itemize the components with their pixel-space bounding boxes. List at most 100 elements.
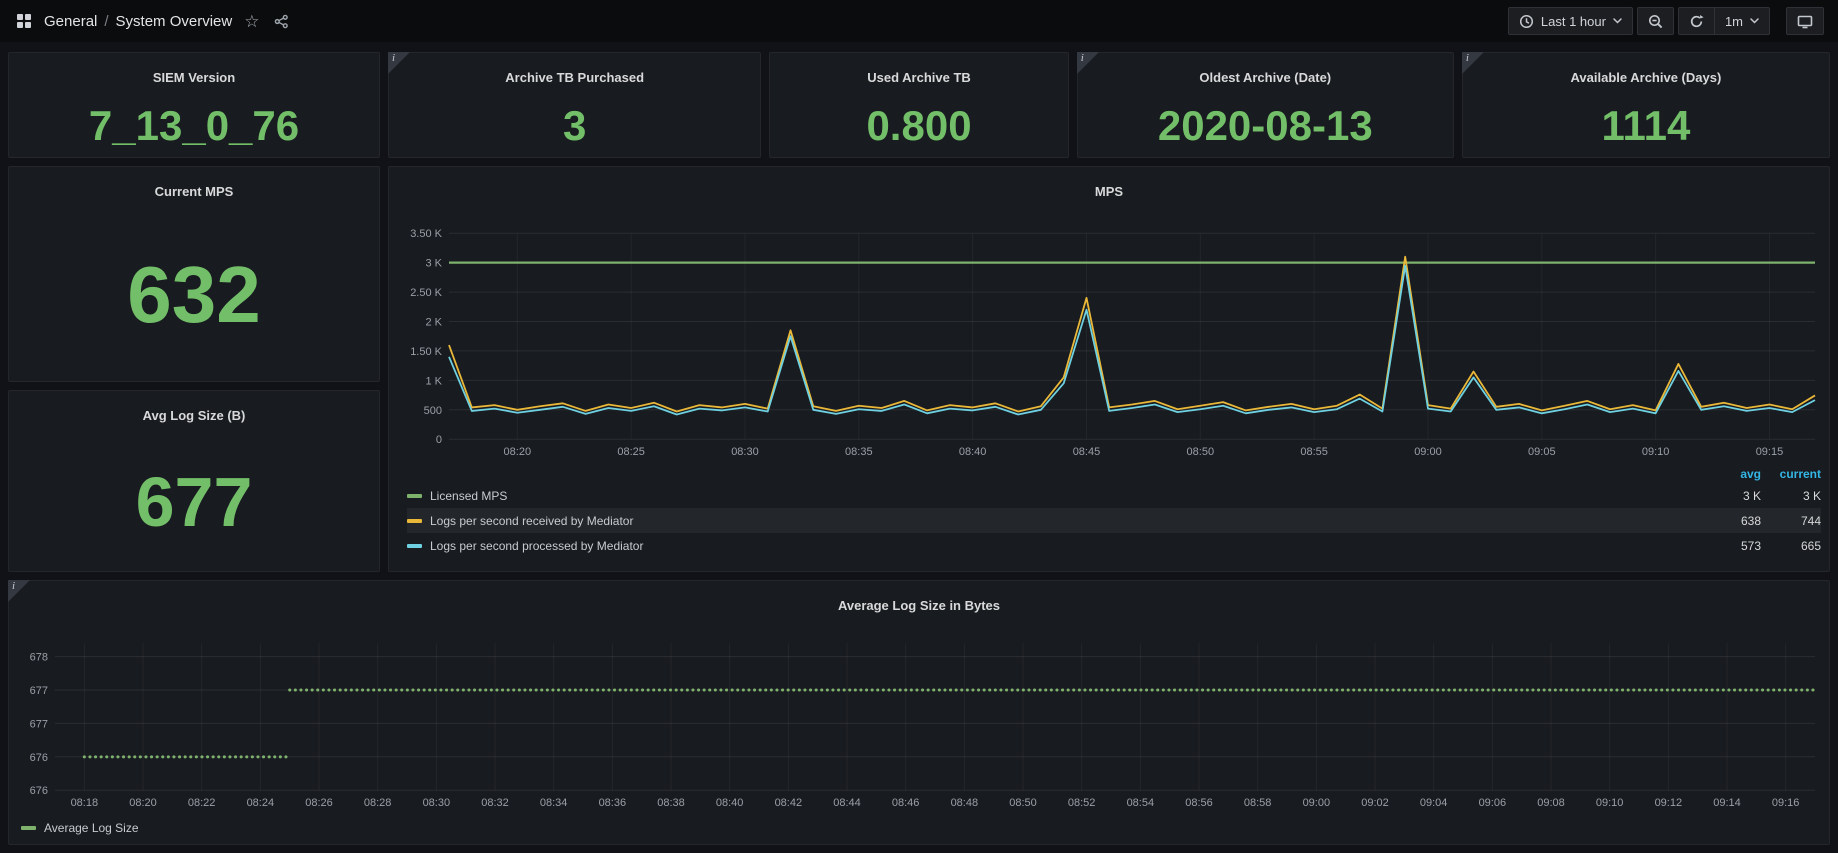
- navbar: General / System Overview ☆ Last 1 hour …: [0, 0, 1838, 42]
- panel-info-icon[interactable]: [8, 580, 30, 602]
- stat-value: 0.800: [770, 103, 1067, 157]
- breadcrumb: General / System Overview: [44, 13, 232, 30]
- svg-text:09:08: 09:08: [1537, 797, 1565, 809]
- panel-info-icon[interactable]: [1462, 52, 1484, 74]
- svg-text:3.50 K: 3.50 K: [410, 228, 442, 240]
- breadcrumb-folder[interactable]: General: [44, 13, 97, 30]
- svg-text:08:54: 08:54: [1127, 797, 1155, 809]
- svg-text:09:14: 09:14: [1713, 797, 1741, 809]
- svg-text:1 K: 1 K: [425, 375, 442, 387]
- panel-title[interactable]: Archive TB Purchased: [389, 64, 760, 92]
- series-label[interactable]: Licensed MPS: [430, 489, 1701, 503]
- refresh-interval-dropdown[interactable]: 1m: [1714, 7, 1770, 35]
- mps-chart-panel: MPS 08:2008:2508:3008:3508:4008:4508:500…: [388, 166, 1830, 572]
- svg-text:09:16: 09:16: [1772, 797, 1800, 809]
- star-icon[interactable]: ☆: [242, 11, 261, 32]
- series-color-marker: [407, 544, 422, 548]
- stat-panel-current-mps: Current MPS 632: [8, 166, 380, 382]
- stat-panel-oldest-archive-date: Oldest Archive (Date) 2020-08-13: [1077, 52, 1454, 158]
- refresh-icon: [1689, 14, 1704, 29]
- svg-text:500: 500: [424, 404, 442, 416]
- svg-text:08:34: 08:34: [540, 797, 568, 809]
- zoom-out-button[interactable]: [1637, 7, 1674, 35]
- series-avg-value: 3 K: [1701, 489, 1761, 503]
- dashboard-content: SIEM Version 7_13_0_76 Archive TB Purcha…: [0, 42, 1838, 853]
- svg-text:08:50: 08:50: [1009, 797, 1037, 809]
- svg-text:09:05: 09:05: [1528, 446, 1556, 458]
- series-color-marker: [407, 519, 422, 523]
- series-current-value: 3 K: [1761, 489, 1821, 503]
- breadcrumb-title[interactable]: System Overview: [116, 13, 233, 30]
- stat-value: 1114: [1463, 103, 1829, 157]
- panel-info-icon[interactable]: [1077, 52, 1099, 74]
- svg-text:09:00: 09:00: [1303, 797, 1331, 809]
- svg-text:676: 676: [30, 785, 48, 797]
- svg-text:08:36: 08:36: [599, 797, 627, 809]
- svg-text:3 K: 3 K: [425, 257, 442, 269]
- zoom-out-icon: [1648, 14, 1663, 29]
- panel-title[interactable]: Oldest Archive (Date): [1078, 64, 1453, 92]
- stat-row: SIEM Version 7_13_0_76 Archive TB Purcha…: [8, 52, 1830, 158]
- cycle-view-mode-button[interactable]: [1786, 7, 1824, 35]
- stat-value: 632: [9, 217, 379, 382]
- refresh-interval-label: 1m: [1725, 14, 1743, 29]
- stat-value: 3: [389, 103, 760, 157]
- legend-col-current[interactable]: current: [1761, 467, 1821, 481]
- legend-row-licensed-mps: Licensed MPS 3 K 3 K: [407, 483, 1821, 508]
- svg-text:08:25: 08:25: [617, 446, 645, 458]
- main-row: Current MPS 632 Avg Log Size (B) 677 MPS…: [8, 166, 1830, 572]
- svg-text:08:40: 08:40: [959, 446, 987, 458]
- monitor-icon: [1797, 14, 1813, 29]
- svg-text:08:26: 08:26: [305, 797, 333, 809]
- series-label[interactable]: Average Log Size: [44, 821, 139, 835]
- panel-title[interactable]: SIEM Version: [9, 64, 379, 92]
- svg-text:0: 0: [436, 434, 442, 446]
- svg-text:08:18: 08:18: [71, 797, 99, 809]
- panel-title[interactable]: Used Archive TB: [770, 64, 1067, 92]
- svg-text:09:12: 09:12: [1655, 797, 1683, 809]
- svg-text:08:32: 08:32: [481, 797, 509, 809]
- svg-text:08:46: 08:46: [892, 797, 920, 809]
- svg-text:2.50 K: 2.50 K: [410, 287, 442, 299]
- svg-text:08:50: 08:50: [1187, 446, 1215, 458]
- dashboards-icon[interactable]: [14, 11, 34, 31]
- avg-log-size-chart-panel: Average Log Size in Bytes 08:18 08:20 08:2…: [8, 580, 1830, 845]
- avg-log-size-chart[interactable]: 08:1808:2008:2208:2408:2608:2808:3008:32…: [9, 631, 1829, 816]
- svg-text:08:28: 08:28: [364, 797, 392, 809]
- stat-panel-archive-tb-purchased: Archive TB Purchased 3: [388, 52, 761, 158]
- breadcrumb-separator: /: [104, 13, 108, 30]
- panel-title[interactable]: MPS: [389, 178, 1829, 206]
- series-label[interactable]: Logs per second received by Mediator: [430, 514, 1701, 528]
- clock-icon: [1519, 14, 1534, 29]
- svg-text:08:35: 08:35: [845, 446, 873, 458]
- series-label[interactable]: Logs per second processed by Mediator: [430, 539, 1701, 553]
- series-avg-value: 638: [1701, 514, 1761, 528]
- left-stat-column: Current MPS 632 Avg Log Size (B) 677: [8, 166, 380, 572]
- legend-col-avg[interactable]: avg: [1701, 467, 1761, 481]
- svg-text:08:22: 08:22: [188, 797, 216, 809]
- panel-info-icon[interactable]: [388, 52, 410, 74]
- panel-title[interactable]: Available Archive (Days): [1463, 64, 1829, 92]
- svg-text:09:06: 09:06: [1479, 797, 1507, 809]
- mps-chart[interactable]: 08:2008:2508:3008:3508:4008:4508:5008:55…: [389, 217, 1829, 465]
- chevron-down-icon: [1750, 18, 1759, 24]
- svg-text:08:20: 08:20: [504, 446, 532, 458]
- svg-text:676: 676: [30, 751, 48, 763]
- mps-legend: avg current Licensed MPS 3 K 3 K Logs pe…: [389, 465, 1829, 571]
- svg-text:08:38: 08:38: [657, 797, 685, 809]
- panel-title[interactable]: Avg Log Size (B): [9, 402, 379, 430]
- panel-title[interactable]: Average Log Size in Bytes: [9, 592, 1829, 620]
- avg-log-size-legend: Average Log Size: [9, 816, 1829, 844]
- svg-text:08:52: 08:52: [1068, 797, 1096, 809]
- chevron-down-icon: [1613, 18, 1622, 24]
- svg-text:08:20: 08:20: [129, 797, 157, 809]
- time-range-picker[interactable]: Last 1 hour: [1508, 7, 1633, 35]
- svg-text:08:56: 08:56: [1185, 797, 1213, 809]
- share-icon[interactable]: [272, 12, 291, 31]
- panel-title[interactable]: Current MPS: [9, 178, 379, 206]
- svg-text:08:30: 08:30: [731, 446, 759, 458]
- stat-value: 677: [9, 441, 379, 571]
- svg-text:08:44: 08:44: [833, 797, 861, 809]
- refresh-button[interactable]: [1678, 7, 1714, 35]
- stat-panel-available-archive-days: Available Archive (Days) 1114: [1462, 52, 1830, 158]
